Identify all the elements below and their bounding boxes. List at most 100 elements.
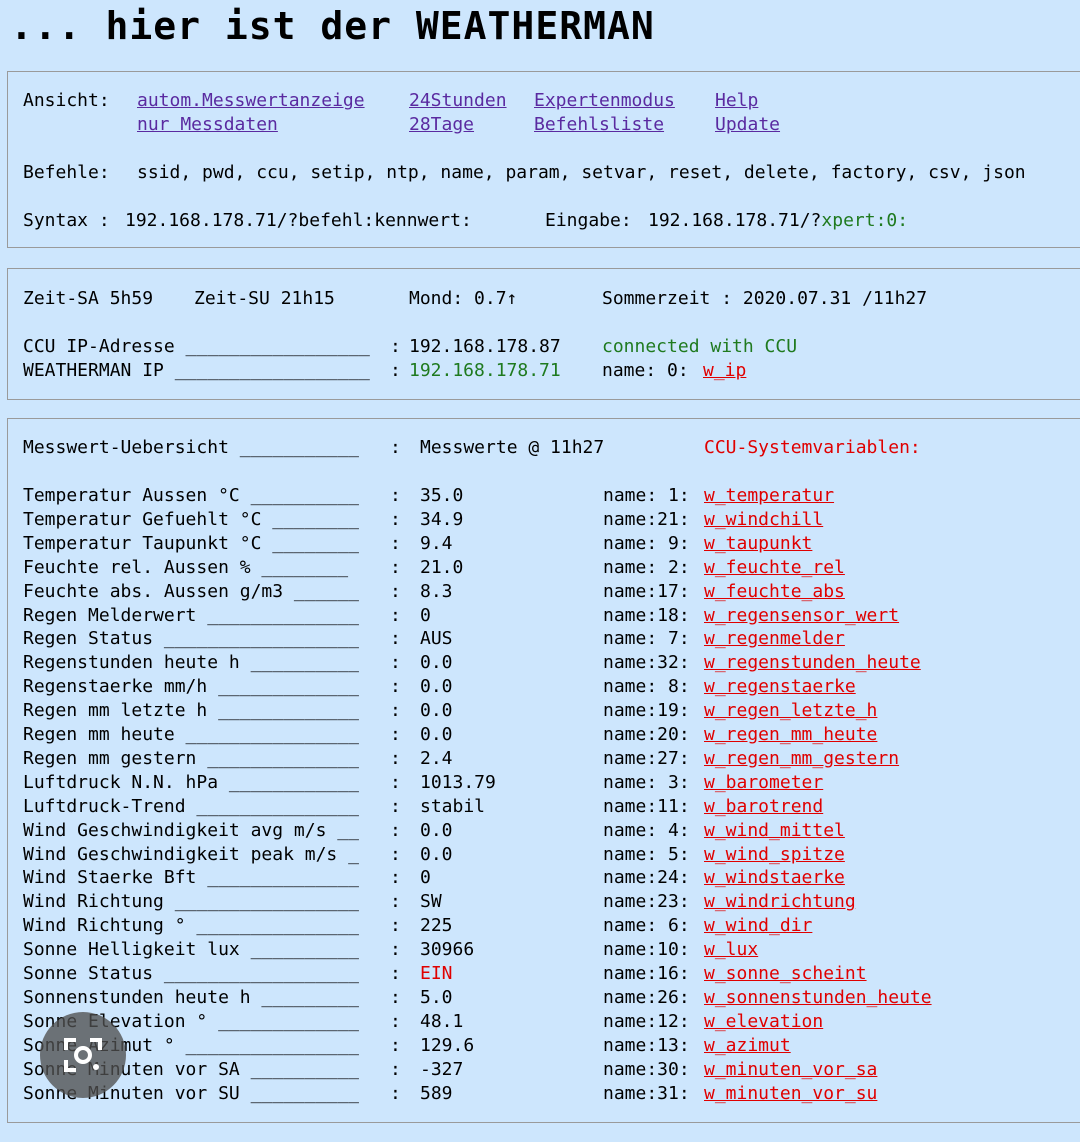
- variable-name-index: name:27:: [603, 747, 690, 769]
- measurement-colon: :: [390, 939, 401, 961]
- ansicht-label: Ansicht:: [23, 90, 110, 111]
- measurement-colon: :: [390, 485, 401, 506]
- ccu-variable-link[interactable]: w_minuten_vor_su: [704, 1082, 877, 1106]
- measurement-colon: :: [390, 676, 401, 698]
- measurement-label: Sonne Helligkeit lux __________: [23, 939, 359, 961]
- measurement-value: 2.4: [420, 747, 453, 769]
- measurement-label: Regenstaerke mm/h _____________: [23, 676, 359, 698]
- ccu-variable-link[interactable]: w_minuten_vor_sa: [704, 1058, 877, 1082]
- ccu-variable-link[interactable]: w_azimut: [704, 1034, 791, 1058]
- measurement-colon: :: [390, 795, 401, 817]
- ccu-variable-link[interactable]: w_feuchte_rel: [704, 556, 845, 580]
- ccu-variable-link[interactable]: w_regen_mm_heute: [704, 723, 877, 747]
- measurement-value: 0: [420, 867, 431, 889]
- ccu-variable-link[interactable]: w_sonnenstunden_heute: [704, 986, 932, 1010]
- measurement-colon: :: [390, 700, 401, 722]
- measurement-colon: :: [390, 1010, 401, 1032]
- ccu-ip-value: 192.168.178.87: [409, 336, 561, 357]
- measurement-value: SW: [420, 891, 442, 913]
- link-24stunden[interactable]: 24Stunden: [409, 89, 507, 113]
- overview-ccu-header: CCU-Systemvariablen:: [704, 437, 921, 458]
- variable-name-index: name:31:: [603, 1082, 690, 1104]
- variable-name-index: name:32:: [603, 652, 690, 674]
- weatherman-ip-label: WEATHERMAN IP __________________: [23, 360, 370, 381]
- measurement-label: Regen mm gestern ______________: [23, 747, 359, 769]
- variable-name-index: name:20:: [603, 724, 690, 745]
- link-expertenmodus[interactable]: Expertenmodus: [534, 89, 675, 113]
- measurement-value: 0.0: [420, 724, 453, 745]
- measurement-colon: :: [390, 580, 401, 602]
- eingabe-label: Eingabe:: [545, 210, 632, 231]
- measurement-value: 48.1: [420, 1010, 464, 1032]
- measurement-label: Wind Geschwindigkeit avg m/s __: [23, 819, 359, 841]
- measurement-label: Regen Status __________________: [23, 628, 359, 650]
- measurement-label: Wind Geschwindigkeit peak m/s _: [23, 843, 359, 865]
- ccu-variable-link[interactable]: w_regenmelder: [704, 627, 845, 651]
- measurement-label: Regenstunden heute h __________: [23, 652, 359, 674]
- link-update[interactable]: Update: [715, 113, 780, 137]
- eingabe-prefix: 192.168.178.71/?: [648, 210, 822, 231]
- mond: Mond: 0.7↑: [409, 288, 518, 309]
- measurement-label: Sonne Status __________________: [23, 963, 359, 984]
- measurement-label: Wind Richtung _________________: [23, 891, 359, 913]
- variable-name-index: name: 9:: [603, 532, 690, 554]
- ccu-variable-link[interactable]: w_regen_mm_gestern: [704, 747, 899, 771]
- measurement-colon: :: [390, 604, 401, 626]
- variable-name-index: name: 1:: [603, 485, 690, 506]
- variable-name-index: name: 4:: [603, 819, 690, 841]
- variable-name-index: name: 3:: [603, 771, 690, 793]
- measurement-label: Temperatur Aussen °C __________: [23, 485, 359, 506]
- variable-name-index: name:17:: [603, 580, 690, 602]
- variable-name-index: name: 8:: [603, 676, 690, 698]
- measurement-value: 0.0: [420, 700, 453, 722]
- variable-name-index: name:23:: [603, 891, 690, 913]
- ccu-variable-link[interactable]: w_wind_spitze: [704, 843, 845, 867]
- variable-name-index: name:13:: [603, 1034, 690, 1056]
- ccu-variable-link[interactable]: w_regenstaerke: [704, 675, 856, 699]
- variable-name-index: name: 6:: [603, 915, 690, 937]
- measurement-colon: :: [390, 986, 401, 1008]
- overview-panel: Messwert-Uebersicht ___________ : Messwe…: [7, 418, 1080, 1123]
- measurement-colon: :: [390, 891, 401, 913]
- measurement-colon: :: [390, 963, 401, 984]
- lens-button[interactable]: [40, 1012, 126, 1098]
- weatherman-ip-var[interactable]: w_ip: [703, 359, 746, 383]
- variable-name-index: name:26:: [603, 986, 690, 1008]
- measurement-colon: :: [390, 843, 401, 865]
- measurement-colon: :: [390, 771, 401, 793]
- ccu-variable-link[interactable]: w_feuchte_abs: [704, 580, 845, 604]
- ccu-variable-link[interactable]: w_barometer: [704, 771, 823, 795]
- measurement-colon: :: [390, 819, 401, 841]
- ccu-variable-link[interactable]: w_regen_letzte_h: [704, 699, 877, 723]
- measurement-colon: :: [390, 747, 401, 769]
- ccu-variable-link[interactable]: w_barotrend: [704, 795, 823, 819]
- ccu-variable-link[interactable]: w_temperatur: [704, 484, 834, 508]
- ccu-variable-link[interactable]: w_windstaerke: [704, 866, 845, 890]
- ccu-variable-link[interactable]: w_taupunkt: [704, 532, 812, 556]
- link-help[interactable]: Help: [715, 89, 758, 113]
- ccu-variable-link[interactable]: w_lux: [704, 938, 758, 962]
- variable-name-index: name: 5:: [603, 843, 690, 865]
- measurement-value: -327: [420, 1058, 464, 1080]
- link-nur-messdaten[interactable]: nur Messdaten: [137, 113, 278, 137]
- measurement-value: AUS: [420, 628, 453, 650]
- ccu-variable-link[interactable]: w_elevation: [704, 1010, 823, 1034]
- link-befehlsliste[interactable]: Befehlsliste: [534, 113, 664, 137]
- measurement-colon: :: [390, 556, 401, 578]
- ccu-variable-link[interactable]: w_windrichtung: [704, 890, 856, 914]
- ccu-variable-link[interactable]: w_regenstunden_heute: [704, 651, 921, 675]
- measurement-value: 0: [420, 604, 431, 626]
- ccu-variable-link[interactable]: w_regensensor_wert: [704, 604, 899, 628]
- variable-name-index: name:10:: [603, 939, 690, 961]
- link-28tage[interactable]: 28Tage: [409, 113, 474, 137]
- overview-header-value: Messwerte @ 11h27: [420, 437, 605, 458]
- measurement-value: 0.0: [420, 843, 453, 865]
- ccu-variable-link[interactable]: w_sonne_scheint: [704, 962, 867, 986]
- weatherman-ip-colon: :: [390, 360, 401, 381]
- ccu-variable-link[interactable]: w_wind_dir: [704, 914, 812, 938]
- measurement-label: Regen mm heute ________________: [23, 724, 359, 745]
- weatherman-ip-value: 192.168.178.71: [409, 360, 561, 381]
- ccu-variable-link[interactable]: w_wind_mittel: [704, 819, 845, 843]
- ccu-variable-link[interactable]: w_windchill: [704, 508, 823, 532]
- link-autom-messwertanzeige[interactable]: autom.Messwertanzeige: [137, 89, 365, 113]
